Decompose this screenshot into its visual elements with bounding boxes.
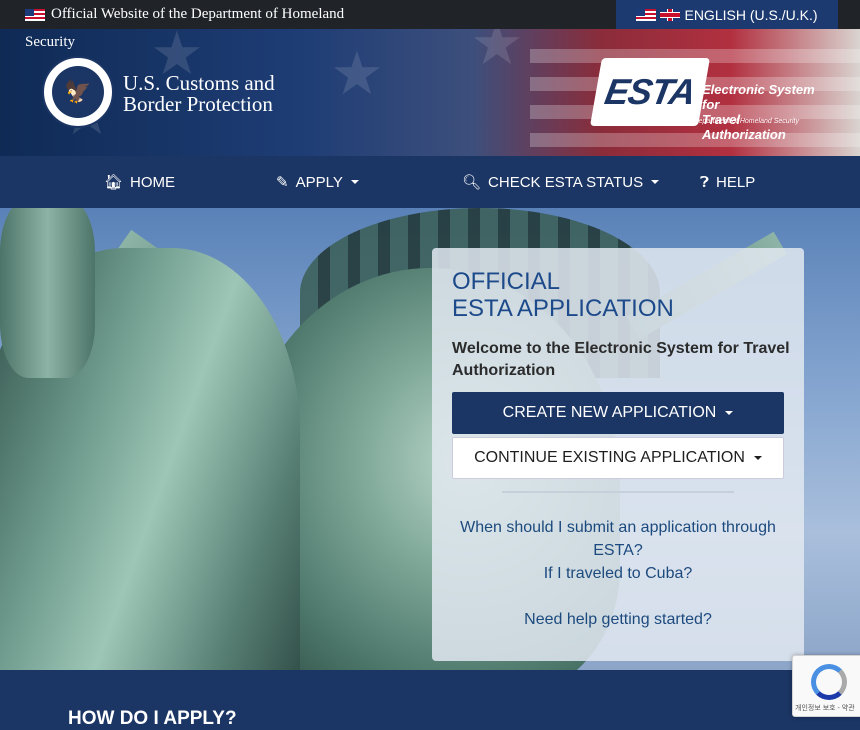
esta-tagline-line2: Travel Authorization	[702, 112, 786, 142]
nav-home[interactable]: 🏠︎ HOME	[104, 156, 175, 208]
create-button-label: CREATE NEW APPLICATION	[502, 404, 717, 421]
card-title-line1: OFFICIAL	[452, 268, 561, 295]
esta-tagline-line1: Electronic System for	[702, 82, 815, 112]
nav-help-label: HELP	[716, 173, 756, 191]
agency-name-line1: U.S. Customs and	[123, 71, 275, 95]
continue-existing-application-button[interactable]: CONTINUE EXISTING APPLICATION	[452, 437, 784, 479]
card-title: OFFICIAL ESTA APPLICATION	[452, 268, 674, 322]
link-help-getting-started[interactable]: Need help getting started?	[452, 608, 784, 631]
dhs-seal-logo[interactable]: 🦅	[42, 56, 114, 128]
question-circle-icon: ❓︎	[700, 173, 710, 191]
eagle-icon: 🦅	[52, 66, 104, 118]
gov-banner-text: Official Website of the Department of Ho…	[51, 6, 345, 22]
caret-down-icon	[651, 180, 660, 184]
pencil-icon: ✎	[276, 174, 289, 191]
gov-topbar: Official Website of the Department of Ho…	[0, 0, 860, 29]
card-divider	[502, 491, 734, 493]
nav-home-label: HOME	[130, 173, 176, 191]
link-traveled-to-cuba[interactable]: If I traveled to Cuba?	[452, 562, 784, 585]
esta-application-card: OFFICIAL ESTA APPLICATION Welcome to the…	[432, 248, 804, 661]
nav-check-status[interactable]: 🔍︎ CHECK ESTA STATUS	[462, 156, 660, 208]
esta-logo[interactable]: ESTA Electronic System for Travel Author…	[590, 58, 826, 142]
caret-down-icon	[350, 180, 359, 184]
language-selector[interactable]: ENGLISH (U.S./U.K.)	[616, 0, 838, 29]
how-to-apply-heading: HOW DO I APPLY?	[68, 708, 237, 729]
esta-tagline: Electronic System for Travel Authorizati…	[702, 82, 826, 142]
link-when-to-submit[interactable]: When should I submit an application thro…	[452, 516, 784, 562]
agency-name-line2: Border Protection	[123, 92, 273, 116]
continue-button-label: CONTINUE EXISTING APPLICATION	[474, 449, 745, 466]
nav-apply[interactable]: ✎ APPLY	[276, 156, 359, 208]
nav-apply-label: APPLY	[295, 173, 343, 191]
card-title-line2: ESTA APPLICATION	[452, 295, 674, 322]
agency-name[interactable]: U.S. Customs and Border Protection	[123, 73, 275, 115]
us-flag-icon	[25, 8, 45, 21]
recaptcha-icon	[811, 664, 847, 700]
caret-down-icon	[725, 411, 734, 415]
us-flag-icon	[636, 8, 657, 21]
create-new-application-button[interactable]: CREATE NEW APPLICATION	[452, 392, 784, 434]
statue-arm	[0, 208, 95, 378]
search-icon: 🔍︎	[462, 174, 482, 191]
uk-flag-icon	[660, 8, 681, 21]
main-nav: 🏠︎ HOME ✎ APPLY 🔍︎ CHECK ESTA STATUS ❓︎ …	[0, 156, 860, 208]
recaptcha-privacy-text: 개인정보 보호 - 약관	[795, 705, 855, 712]
esta-dept-text: U.S. Department of Homeland Security	[678, 118, 799, 125]
nav-status-label: CHECK ESTA STATUS	[488, 173, 644, 191]
caret-down-icon	[753, 456, 762, 460]
welcome-text: Welcome to the Electronic System for Tra…	[452, 340, 790, 379]
recaptcha-badge[interactable]: 개인정보 보호 - 약관	[792, 655, 860, 717]
language-label: ENGLISH (U.S./U.K.)	[684, 6, 818, 23]
esta-wordmark: ESTA	[590, 58, 710, 126]
nav-help[interactable]: ❓︎ HELP	[700, 156, 755, 208]
home-icon: 🏠︎	[104, 174, 124, 191]
gov-banner: Official Website of the Department of Ho…	[25, 6, 344, 23]
gov-banner-continued: Security	[25, 34, 75, 50]
